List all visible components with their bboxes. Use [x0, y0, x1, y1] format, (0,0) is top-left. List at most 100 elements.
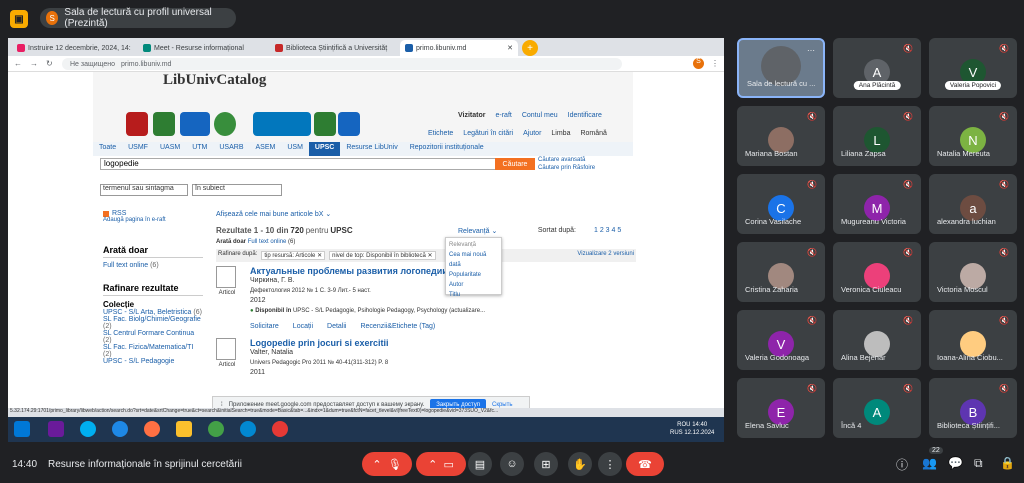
close-tab-icon[interactable]: ✕ [507, 44, 513, 52]
collection-item[interactable]: UPSC - S/L Pedagogie [103, 358, 203, 365]
reviews-link[interactable]: Recenzii&Etichete (Tag) [360, 322, 435, 332]
participant-tile[interactable]: Alina Bejenar 🔇 [833, 310, 921, 370]
tab-resurse[interactable]: Resurse LibUniv [340, 142, 403, 156]
leave-call-button[interactable]: ☎ [626, 452, 664, 476]
result-title-link[interactable]: Logopedie prin jocuri si exercitii [250, 338, 389, 348]
participant-tile[interactable]: A Încă 4 🔇 [833, 378, 921, 438]
sort-option[interactable]: Autor [449, 280, 498, 290]
participant-tile[interactable]: N Natalia Mereuta 🔇 [929, 106, 1017, 166]
browser-tab[interactable]: Biblioteca Științifică a Universităț [270, 40, 396, 56]
new-tab-icon[interactable]: + [522, 40, 538, 56]
participant-tile[interactable]: M Mugureanu Victoria 🔇 [833, 174, 921, 234]
locations-link[interactable]: Locații [293, 322, 313, 332]
filter-chip[interactable]: nivel de top: Disponibil în bibliotecă ✕ [329, 251, 436, 260]
login-link[interactable]: Identificare [568, 112, 602, 119]
sort-option[interactable]: Cea mai nouă dată [449, 250, 498, 270]
participant-tile[interactable]: a alexandra luchian 🔇 [929, 174, 1017, 234]
tags-link[interactable]: Etichete [428, 130, 453, 137]
tab-toate[interactable]: Toate [93, 142, 122, 156]
rss-link[interactable]: RSS [112, 210, 126, 217]
tab-usmf[interactable]: USMF [122, 142, 154, 156]
full-text-link[interactable]: Full text online [103, 262, 148, 269]
participant-tile[interactable]: Cristina Zaharia 🔇 [737, 242, 825, 302]
participant-tile[interactable]: C Corina Vasilache 🔇 [737, 174, 825, 234]
search-input[interactable]: logopedie [100, 158, 500, 170]
more-options-button[interactable]: ⋮ [598, 452, 622, 476]
tab-repozitorii[interactable]: Repozitorii instituționale [404, 142, 490, 156]
reactions-button[interactable]: ☺ [500, 452, 524, 476]
host-controls-icon[interactable]: 🔒 [1000, 456, 1015, 470]
browser-tab[interactable]: Instruire 12 decembrie, 2024, 14: [12, 40, 134, 56]
full-text-filter-link[interactable]: Full text online [248, 239, 287, 245]
tab-uasm[interactable]: UASM [154, 142, 186, 156]
participant-tile[interactable]: Sala de lectură cu ... ⋯ [737, 38, 825, 98]
collection-item[interactable]: SL Fac. Biolg/Chimie/Geografie (2) [103, 316, 203, 330]
presentation-badge[interactable]: S Sala de lectură cu profil universal (P… [40, 7, 236, 29]
search-button[interactable]: Căutare [495, 158, 535, 170]
add-page-link[interactable]: Adaugă pagina în e-raft [103, 217, 203, 223]
account-link[interactable]: Contul meu [522, 112, 558, 119]
profile-avatar[interactable]: S [693, 58, 704, 69]
participant-tile[interactable]: E Elena Savluc 🔇 [737, 378, 825, 438]
back-icon[interactable]: ← [14, 59, 22, 68]
participant-tile[interactable]: Ioana-Alina Ciobu... 🔇 [929, 310, 1017, 370]
browser-tab-active[interactable]: primo.libuniv.md ✕ [400, 40, 518, 56]
more-options-icon[interactable]: ⋯ [807, 46, 815, 55]
raise-hand-button[interactable]: ✋ [568, 452, 592, 476]
ie-icon[interactable] [112, 421, 128, 437]
participant-tile[interactable]: V Valeria Godonoaga 🔇 [737, 310, 825, 370]
start-icon[interactable] [14, 421, 30, 437]
captions-button[interactable]: ▤ [468, 452, 492, 476]
forward-icon[interactable]: → [30, 59, 38, 68]
field-select[interactable]: în subiect [192, 184, 282, 196]
collection-item[interactable]: SL Fac. Fizica/Matematica/TI (2) [103, 344, 203, 358]
participant-tile[interactable]: Victoria Moscul 🔇 [929, 242, 1017, 302]
app-icon[interactable] [48, 421, 64, 437]
url-field[interactable]: Не защищено primo.libuniv.md [62, 58, 622, 70]
details-link[interactable]: Detalii [327, 322, 346, 332]
collection-item[interactable]: SL Centrul Formare Continua (2) [103, 330, 203, 344]
pagination[interactable]: 1 2 3 4 5 [594, 227, 621, 234]
show-best-link[interactable]: Afișează cele mai bune articole bX ⌄ [216, 210, 636, 218]
chat-icon[interactable]: 💬 [948, 456, 963, 470]
reload-icon[interactable]: ↻ [46, 59, 53, 68]
skype-icon[interactable] [80, 421, 96, 437]
tab-upsc[interactable]: UPSC [308, 142, 341, 156]
match-select[interactable]: termenul sau sintagma [100, 184, 188, 196]
participant-tile[interactable]: Mariana Bostan 🔇 [737, 106, 825, 166]
tab-utm[interactable]: UTM [186, 142, 213, 156]
tab-asem[interactable]: ASEM [250, 142, 282, 156]
mic-toggle-button[interactable]: ⌃ 🎙 [362, 452, 412, 476]
request-link[interactable]: Solicitare [250, 322, 279, 332]
firefox-icon[interactable] [144, 421, 160, 437]
people-icon[interactable]: 👥 [922, 456, 937, 470]
folder-icon[interactable] [176, 421, 192, 437]
sort-option[interactable]: Relevanță [449, 240, 498, 250]
chevron-up-icon[interactable]: ⌃ [372, 458, 381, 471]
chevron-up-icon[interactable]: ⌃ [428, 458, 437, 471]
participant-tile[interactable]: Veronica Ciuleacu 🔇 [833, 242, 921, 302]
language-select[interactable]: Română [580, 130, 606, 137]
browse-search-link[interactable]: Căutare prin Răsfoire [538, 164, 595, 172]
filter-chip[interactable]: tip resursă: Articole ✕ [261, 251, 326, 260]
camera-toggle-button[interactable]: ⌃ ▭ [416, 452, 466, 476]
info-icon[interactable]: ⓘ [896, 456, 908, 473]
sort-option[interactable]: Popularitate [449, 270, 498, 280]
visualize-link[interactable]: Vizualizare 2 versiuni [577, 251, 634, 260]
menu-icon[interactable]: ⋮ [711, 59, 719, 68]
chrome-icon[interactable] [272, 421, 288, 437]
advanced-search-link[interactable]: Căutare avansată [538, 156, 595, 164]
participant-tile[interactable]: A Ana Plăcintă 🔇 [833, 38, 921, 98]
activities-icon[interactable]: ⧉ [974, 456, 983, 471]
participant-tile[interactable]: V Valeria Popovici 🔇 [929, 38, 1017, 98]
eraft-link[interactable]: e-raft [496, 112, 512, 119]
sort-select[interactable]: Relevanță ⌄ [458, 227, 497, 235]
citations-link[interactable]: Legături în citări [463, 130, 513, 137]
sort-option[interactable]: Titlu [449, 290, 498, 300]
chrome-icon[interactable] [208, 421, 224, 437]
tab-usarb[interactable]: USARB [213, 142, 249, 156]
participant-tile[interactable]: B Biblioteca Științifi... 🔇 [929, 378, 1017, 438]
present-button[interactable]: ⊞ [534, 452, 558, 476]
collection-item[interactable]: UPSC - S/L Arta, Beletristica (6) [103, 309, 203, 316]
participant-tile[interactable]: L Liliana Zapsa 🔇 [833, 106, 921, 166]
